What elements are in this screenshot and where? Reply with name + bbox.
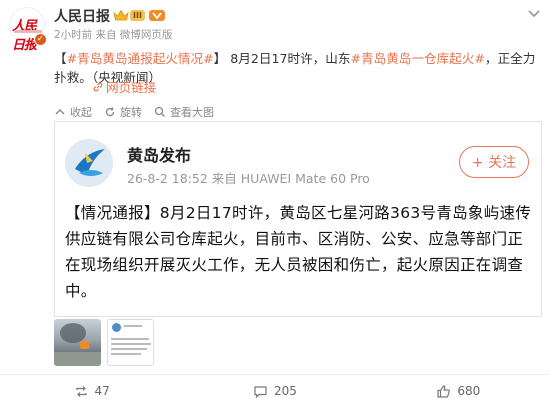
post-source: 来自 微博网页版 bbox=[95, 29, 173, 41]
chevron-down-icon[interactable] bbox=[526, 8, 542, 20]
thumbnail-ground bbox=[54, 352, 101, 366]
thumbnail-line bbox=[111, 343, 151, 345]
thumbnail-line bbox=[124, 325, 142, 327]
thumbnail-fire bbox=[80, 341, 89, 349]
thumbnail-line bbox=[111, 353, 141, 355]
thumbnail-line bbox=[111, 338, 149, 340]
topic-link-2[interactable]: #青岛黄岛一仓库起火# bbox=[350, 51, 484, 66]
username[interactable]: 人民日报 bbox=[54, 6, 110, 26]
repost-count: 47 bbox=[94, 384, 110, 398]
like-count: 680 bbox=[457, 384, 481, 398]
zoom-icon bbox=[154, 106, 165, 117]
source-logo-icon bbox=[65, 139, 113, 187]
source-avatar bbox=[65, 139, 113, 187]
rotate-label: 旋转 bbox=[120, 106, 142, 119]
crown-icon bbox=[113, 9, 129, 21]
screenshot-card: 黄岛发布 26-8-2 18:52 来自 HUAWEI Mate 60 Pro … bbox=[54, 121, 542, 317]
web-link-label: 网页链接 bbox=[106, 80, 157, 95]
web-link[interactable]: 网页链接 bbox=[92, 77, 156, 96]
comment-button[interactable]: 205 bbox=[183, 375, 366, 407]
verified-icon: ✓ bbox=[34, 33, 47, 46]
view-large-button[interactable]: 查看大图 bbox=[154, 104, 214, 120]
vip-icon bbox=[149, 10, 165, 21]
comment-icon bbox=[254, 385, 267, 398]
rotate-icon bbox=[105, 107, 115, 117]
thumbnail-smoke bbox=[60, 323, 86, 343]
thumbs-up-icon bbox=[437, 384, 451, 398]
card-body-text: 【情况通报】8月2日17时许，黄岛区七星河路363号青岛象屿速传供应链有限公司仓… bbox=[65, 204, 532, 300]
source-meta: 26-8-2 18:52 来自 HUAWEI Mate 60 Pro bbox=[127, 171, 370, 186]
bracket-open: 【 bbox=[54, 51, 67, 66]
level-badge: III bbox=[113, 8, 147, 23]
post-text-1: 8月2日17时许，山东 bbox=[226, 51, 351, 66]
follow-button: + 关注 bbox=[459, 146, 529, 178]
collapse-icon bbox=[55, 109, 65, 115]
repost-button[interactable]: 47 bbox=[0, 375, 183, 407]
like-button[interactable]: 680 bbox=[367, 375, 550, 407]
level-text: III bbox=[130, 10, 145, 21]
thumbnail-line bbox=[111, 348, 147, 350]
bracket-close: 】 bbox=[213, 51, 227, 66]
post-image[interactable]: 黄岛发布 26-8-2 18:52 来自 HUAWEI Mate 60 Pro … bbox=[54, 121, 542, 317]
collapse-label: 收起 bbox=[70, 106, 92, 119]
thumbnail-fire-photo[interactable] bbox=[54, 319, 101, 366]
post-time[interactable]: 2小时前 bbox=[54, 29, 92, 41]
thumbnail-notice-screenshot[interactable] bbox=[107, 319, 154, 366]
collapse-button[interactable]: 收起 bbox=[54, 104, 92, 120]
link-icon bbox=[93, 82, 103, 92]
repost-icon bbox=[75, 385, 87, 397]
comment-count: 205 bbox=[274, 384, 297, 398]
post-meta: 2小时前 来自 微博网页版 bbox=[54, 27, 172, 42]
view-large-label: 查看大图 bbox=[170, 106, 214, 119]
thumbnail-mini-avatar bbox=[112, 323, 121, 332]
topic-link-1[interactable]: #青岛黄岛通报起火情况# bbox=[67, 51, 214, 66]
rotate-button[interactable]: 旋转 bbox=[104, 104, 142, 120]
image-actions: 收起 旋转 查看大图 bbox=[54, 104, 226, 120]
post-footer: 47 205 680 bbox=[0, 374, 550, 407]
source-name: 黄岛发布 bbox=[127, 146, 192, 165]
